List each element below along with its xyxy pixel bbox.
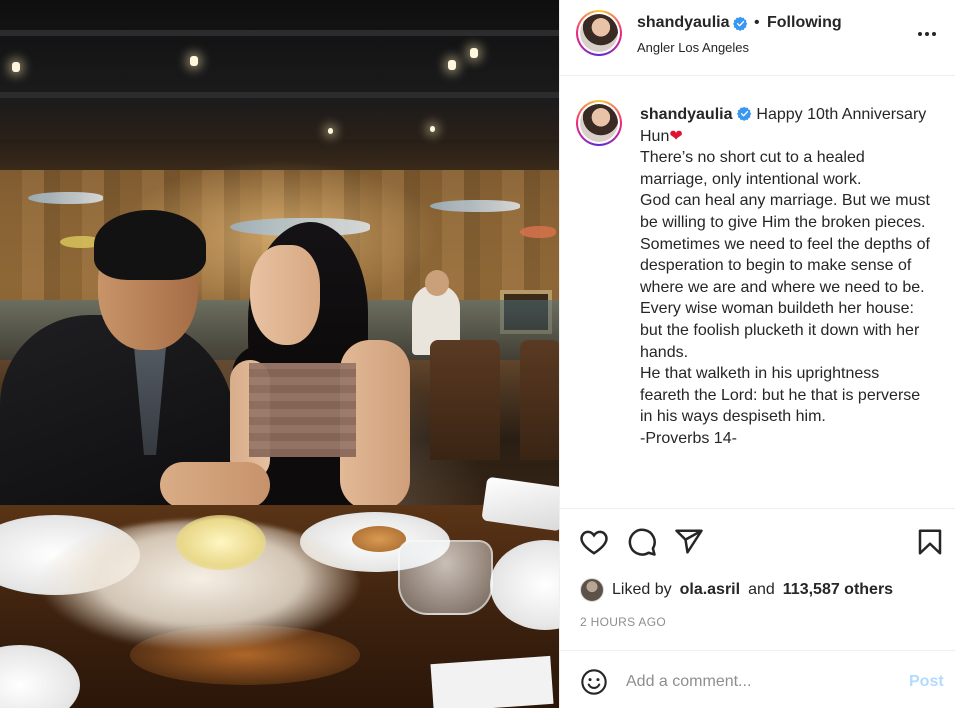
bar-stool: [520, 340, 559, 460]
fish-decor: [28, 192, 103, 204]
ceiling-light: [470, 48, 478, 58]
caption-avatar[interactable]: [576, 100, 622, 146]
liked-by-user[interactable]: ola.asril: [680, 581, 740, 599]
post-location[interactable]: Angler Los Angeles: [637, 40, 749, 55]
caption-first-line: shandyaulia Happy 10th Anniversary: [640, 104, 948, 126]
caption-line: Sometimes we need to feel the depths of: [640, 235, 930, 253]
caption-line: marriage, only intentional work.: [640, 170, 862, 188]
caption-line: He that walketh in his uprightness: [640, 365, 880, 383]
author-username-row[interactable]: shandyaulia: [637, 14, 748, 32]
comment-icon[interactable]: [627, 527, 657, 557]
post-header: shandyaulia • Following Angler Los Angel…: [560, 0, 955, 76]
censor-blur: [249, 363, 356, 457]
comment-bar: Post: [560, 650, 955, 708]
man-hair: [94, 210, 206, 280]
smiley-icon[interactable]: [580, 668, 608, 696]
glass-bowl: [398, 540, 493, 615]
ceiling-light: [12, 62, 20, 72]
more-options-icon[interactable]: [915, 22, 939, 46]
caption-line: Hun❤: [640, 126, 948, 148]
ceiling-beam: [0, 92, 559, 98]
caption-line: There’s no short cut to a healed: [640, 149, 865, 167]
bartender-head: [425, 270, 449, 296]
liked-by-and: and: [748, 581, 775, 598]
ceiling-light: [190, 56, 198, 66]
separator-dot: •: [754, 14, 760, 31]
lemon: [176, 515, 266, 570]
ceiling-light: [430, 126, 435, 132]
post-actions: Liked by ola.asril and 113,587 others 2 …: [560, 508, 955, 648]
red-heart-emoji-icon: ❤: [669, 127, 683, 145]
held-hands: [160, 462, 270, 508]
likes-count[interactable]: 113,587 others: [783, 581, 893, 599]
likes-summary[interactable]: Liked by ola.asril and 113,587 others: [580, 578, 893, 602]
bar-stool: [430, 340, 500, 460]
caption-line: desperation to begin to make sense of: [640, 257, 912, 275]
caption-line: in his ways despiseth him.: [640, 408, 826, 426]
verified-badge-icon: [736, 106, 752, 121]
author-avatar[interactable]: [576, 10, 622, 56]
caption-text: shandyaulia Happy 10th Anniversary Hun❤ …: [640, 104, 948, 450]
caption-line: -Proverbs 14-: [640, 429, 737, 447]
woman-face: [250, 245, 320, 345]
fish-decor: [520, 226, 556, 238]
caption-area: shandyaulia Happy 10th Anniversary Hun❤ …: [560, 76, 955, 508]
ceiling-beam: [0, 30, 559, 36]
caption-line: feareth the Lord: but he that is pervers…: [640, 386, 921, 404]
ceiling-light: [328, 128, 333, 134]
author-username[interactable]: shandyaulia: [637, 14, 729, 32]
caption-line: Happy 10th Anniversary: [756, 106, 927, 123]
post-panel: shandyaulia • Following Angler Los Angel…: [559, 0, 955, 708]
post-timestamp[interactable]: 2 HOURS AGO: [580, 615, 666, 629]
liked-by-prefix: Liked by: [612, 581, 672, 598]
verified-badge-icon: [733, 16, 748, 31]
ceiling-light: [448, 60, 456, 70]
caption-line: but the foolish plucketh it down with he…: [640, 321, 920, 339]
heart-icon[interactable]: [579, 527, 609, 557]
caption-line: hands.: [640, 343, 689, 361]
following-button[interactable]: Following: [767, 14, 842, 32]
caption-line-text: Hun: [640, 127, 670, 145]
post-photo[interactable]: [0, 0, 559, 708]
share-icon[interactable]: [674, 527, 704, 557]
post-comment-button[interactable]: Post: [909, 673, 944, 691]
bookmark-icon[interactable]: [915, 527, 945, 557]
caption-line: God can heal any marriage. But we must: [640, 192, 930, 210]
ceiling: [0, 0, 559, 140]
comment-input[interactable]: [626, 669, 886, 695]
caption-line: Every wise woman buildeth her house:: [640, 300, 914, 318]
candle: [430, 655, 554, 708]
fish-decor: [430, 200, 520, 212]
caption-line: be willing to give Him the broken pieces…: [640, 213, 926, 231]
caption-username[interactable]: shandyaulia: [640, 106, 732, 123]
caption-line: where we are and where we need to be.: [640, 278, 925, 296]
liker-avatar[interactable]: [580, 578, 604, 602]
